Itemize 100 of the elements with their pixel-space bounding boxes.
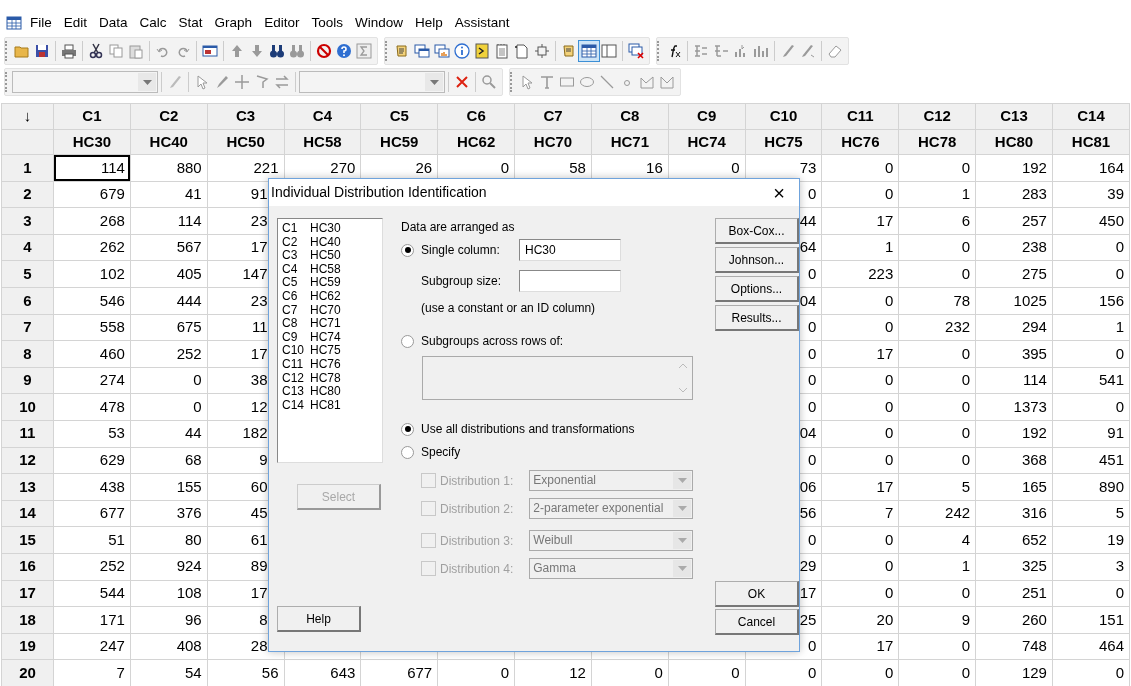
- table-cell[interactable]: 0: [821, 393, 899, 421]
- table-cell[interactable]: 5: [1052, 500, 1130, 527]
- row-number[interactable]: 17: [1, 580, 54, 607]
- table-cell[interactable]: 0: [898, 367, 976, 394]
- table-cell[interactable]: 6: [898, 207, 976, 235]
- table-cell[interactable]: 4: [898, 526, 976, 554]
- column-code[interactable]: C13: [282, 385, 310, 399]
- table-cell[interactable]: 9: [898, 606, 976, 634]
- column-code[interactable]: C5: [282, 276, 310, 290]
- column-code[interactable]: C10: [282, 344, 310, 358]
- plus-icon[interactable]: [234, 74, 250, 90]
- column-name[interactable]: HC50: [310, 249, 341, 263]
- column-name[interactable]: HC59: [310, 276, 341, 290]
- column-name[interactable]: HC70: [514, 129, 592, 155]
- column-header[interactable]: C12: [898, 103, 976, 129]
- up-arrow-icon[interactable]: [229, 43, 245, 59]
- info-icon[interactable]: [454, 43, 470, 59]
- radio-label[interactable]: Specify: [421, 443, 461, 461]
- column-code[interactable]: C1: [282, 222, 310, 236]
- table-cell[interactable]: 294: [975, 314, 1053, 341]
- table-cell[interactable]: 748: [975, 633, 1053, 660]
- table-cell[interactable]: 232: [898, 314, 976, 341]
- column-name[interactable]: HC75: [745, 129, 822, 155]
- table-cell[interactable]: 675: [130, 314, 208, 341]
- table-cell[interactable]: 376: [130, 500, 208, 527]
- polygon-icon[interactable]: [639, 74, 655, 90]
- table-cell[interactable]: 68: [130, 447, 208, 474]
- pointer-icon[interactable]: [194, 74, 210, 90]
- row-number[interactable]: 2: [1, 181, 54, 208]
- table-cell[interactable]: 325: [975, 553, 1053, 580]
- column-code[interactable]: C11: [282, 357, 310, 372]
- table-cell[interactable]: 164: [1052, 154, 1130, 182]
- table-cell[interactable]: 20: [821, 606, 899, 634]
- column-code[interactable]: C4: [282, 262, 310, 277]
- menu-item[interactable]: Help: [408, 12, 449, 34]
- row-number[interactable]: 5: [1, 260, 54, 288]
- frame-icon[interactable]: [534, 43, 550, 59]
- dialog-button[interactable]: Box-Cox...: [715, 218, 799, 244]
- input-field[interactable]: [519, 270, 621, 292]
- scissors-icon[interactable]: [88, 43, 104, 59]
- column-header[interactable]: C5: [360, 103, 438, 129]
- column-name[interactable]: HC80: [310, 385, 341, 399]
- row-number[interactable]: 4: [1, 234, 54, 261]
- radio-button[interactable]: [401, 422, 414, 436]
- table-cell[interactable]: 156: [1052, 287, 1130, 315]
- column-code[interactable]: C7: [282, 303, 310, 318]
- column-name[interactable]: HC81: [1052, 129, 1130, 155]
- tree-icon[interactable]: [713, 43, 729, 59]
- window-close-icon[interactable]: [628, 43, 644, 59]
- menu-item[interactable]: Assistant: [448, 12, 516, 34]
- column-name[interactable]: HC78: [310, 371, 341, 386]
- table-cell[interactable]: 0: [898, 633, 976, 660]
- table-cell[interactable]: 17: [821, 473, 899, 501]
- row-number[interactable]: 7: [1, 314, 54, 341]
- table-cell[interactable]: 0: [1052, 234, 1130, 261]
- table-cell[interactable]: 108: [130, 580, 208, 607]
- table-cell[interactable]: 0: [898, 420, 976, 448]
- table-cell[interactable]: 275: [975, 260, 1053, 288]
- table-cell[interactable]: 252: [53, 553, 131, 580]
- help-icon[interactable]: [336, 43, 352, 59]
- table-cell[interactable]: 252: [130, 340, 208, 368]
- grid-icon[interactable]: [581, 43, 597, 59]
- dialog-button[interactable]: Results...: [715, 305, 799, 331]
- row-number[interactable]: 20: [1, 659, 54, 686]
- table-cell[interactable]: 0: [821, 526, 899, 554]
- column-header[interactable]: C4: [284, 103, 361, 129]
- column-code[interactable]: C14: [282, 398, 310, 413]
- row-number[interactable]: 11: [1, 420, 54, 448]
- pen-icon[interactable]: [214, 74, 230, 90]
- brush-icon[interactable]: [800, 43, 816, 59]
- row-number[interactable]: 6: [1, 287, 54, 315]
- column-name[interactable]: HC71: [591, 129, 669, 155]
- table-cell[interactable]: 451: [1052, 447, 1130, 474]
- brush-icon[interactable]: [780, 43, 796, 59]
- table-cell[interactable]: 0: [898, 580, 976, 607]
- cancel-button[interactable]: Cancel: [715, 609, 799, 635]
- worksheet-icon[interactable]: [6, 15, 22, 31]
- table-cell[interactable]: 102: [53, 260, 131, 288]
- table-cell[interactable]: 1: [821, 234, 899, 261]
- column-name[interactable]: HC30: [310, 222, 341, 236]
- table-cell[interactable]: 260: [975, 606, 1053, 634]
- column-header[interactable]: C3: [207, 103, 285, 129]
- table-cell[interactable]: 151: [1052, 606, 1130, 634]
- menu-item[interactable]: Calc: [133, 12, 173, 34]
- row-number[interactable]: 1: [1, 154, 54, 182]
- table-cell[interactable]: 450: [1052, 207, 1130, 235]
- no-sign-icon[interactable]: [316, 43, 332, 59]
- column-name[interactable]: HC76: [821, 129, 899, 155]
- column-code[interactable]: C3: [282, 249, 310, 263]
- row-number[interactable]: 10: [1, 393, 54, 421]
- table-cell[interactable]: 0: [1052, 393, 1130, 421]
- radio-label[interactable]: Subgroups across rows of:: [421, 332, 564, 350]
- row-number[interactable]: 9: [1, 367, 54, 394]
- table-cell[interactable]: 283: [975, 181, 1053, 208]
- table-cell[interactable]: 1373: [975, 393, 1053, 421]
- table-cell[interactable]: 316: [975, 500, 1053, 527]
- column-name[interactable]: HC58: [310, 262, 341, 277]
- table-cell[interactable]: 652: [975, 526, 1053, 554]
- table-cell[interactable]: 0: [821, 154, 899, 182]
- table-cell[interactable]: 39: [1052, 181, 1130, 208]
